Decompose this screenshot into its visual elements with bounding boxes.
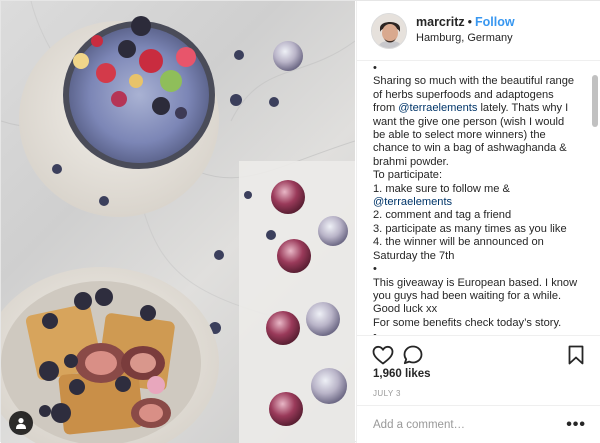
username-link[interactable]: marcritz — [416, 15, 465, 29]
more-options-icon[interactable]: ••• — [566, 416, 586, 432]
post-date[interactable]: JULY 3 — [373, 389, 401, 398]
mention-link[interactable]: @terraelements — [373, 196, 452, 208]
caption-text: • Sharing so much with the beautiful ran… — [373, 62, 578, 335]
user-info: marcritz • Follow Hamburg, Germany — [416, 15, 515, 46]
location-link[interactable]: Hamburg, Germany — [416, 31, 515, 46]
comment-box: ••• — [357, 405, 600, 443]
instagram-post: marcritz • Follow Hamburg, Germany • Shari… — [0, 0, 600, 443]
caption-line: 2. comment and tag a friend — [373, 209, 512, 222]
caption-line: 1. make sure to follow me & — [373, 182, 510, 195]
user-tag-icon[interactable] — [9, 411, 33, 435]
likes-count[interactable]: 1,960 likes — [373, 368, 431, 380]
heart-icon[interactable] — [371, 343, 395, 367]
caption-line: For some benefits check today’s story. — [373, 316, 562, 329]
post-photo[interactable] — [1, 1, 355, 443]
separator-dot: • — [467, 15, 473, 29]
bookmark-icon[interactable] — [564, 343, 588, 367]
avatar-portrait — [372, 13, 406, 48]
food-photo-illustration — [1, 1, 355, 443]
caption-line: • — [373, 263, 377, 276]
follow-button[interactable]: Follow — [475, 15, 515, 29]
caption-line: To participate: — [373, 169, 443, 182]
comment-input[interactable] — [373, 418, 567, 431]
mention-link[interactable]: @terraelements — [398, 102, 477, 114]
caption-line: • — [373, 62, 377, 74]
caption-line: 4. the winner will be announced on Satur… — [373, 236, 544, 262]
caption-line: This giveaway is European based. I know … — [373, 276, 578, 316]
avatar[interactable] — [371, 12, 407, 49]
comment-bubble-icon[interactable] — [401, 343, 425, 367]
post-sidebar: marcritz • Follow Hamburg, Germany • Shari… — [356, 1, 600, 443]
caption-line: 3. participate as many times as you like — [373, 222, 567, 235]
caption-scrollbar[interactable] — [592, 65, 598, 335]
user-row: marcritz • Follow — [416, 15, 515, 30]
post-header: marcritz • Follow Hamburg, Germany — [357, 1, 600, 61]
person-glyph — [16, 418, 26, 429]
caption-area: • Sharing so much with the beautiful ran… — [357, 62, 600, 335]
scrollbar-thumb[interactable] — [592, 75, 598, 127]
